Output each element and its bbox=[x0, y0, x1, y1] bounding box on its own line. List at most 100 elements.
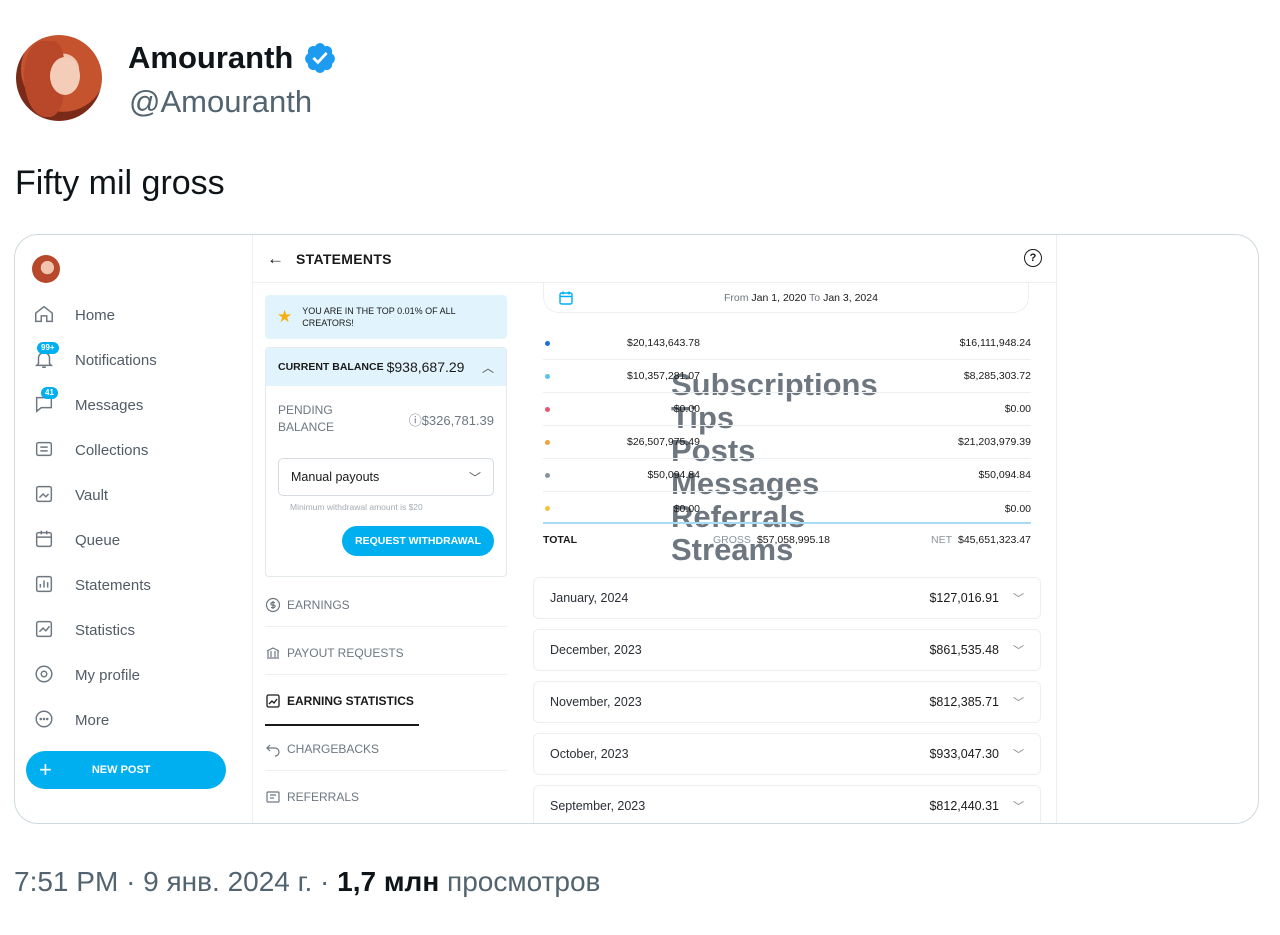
tab-chargebacks[interactable]: CHARGEBACKS bbox=[265, 727, 507, 771]
month-row[interactable]: December, 2023 $861,535.48 ﹀ bbox=[533, 629, 1041, 671]
balance-column: ★ YOU ARE IN THE TOP 0.01% OF ALL CREATO… bbox=[265, 295, 507, 577]
new-post-button[interactable]: + NEW POST bbox=[26, 751, 226, 789]
tab-label: EARNING STATISTICS bbox=[287, 694, 414, 708]
tab-payout-requests[interactable]: PAYOUT REQUESTS bbox=[265, 631, 507, 675]
month-label: September, 2023 bbox=[550, 799, 646, 813]
new-post-label: NEW POST bbox=[91, 764, 151, 776]
month-row[interactable]: October, 2023 $933,047.30 ﹀ bbox=[533, 733, 1041, 775]
sidebar-item-more[interactable]: More bbox=[33, 707, 109, 733]
sidebar-item-statistics[interactable]: Statistics bbox=[33, 617, 135, 643]
chevron-down-icon: ﹀ bbox=[1013, 593, 1024, 605]
date-range-picker[interactable]: From Jan 1, 2020 To Jan 3, 2024 bbox=[543, 283, 1029, 313]
chevron-down-icon: ﹀ bbox=[1013, 801, 1024, 813]
calendar-icon bbox=[33, 528, 57, 552]
of-user-avatar[interactable] bbox=[32, 255, 60, 283]
views-label: просмотров bbox=[447, 866, 601, 897]
tweet-media-image[interactable]: Home 99+ Notifications 41 Messages Colle… bbox=[14, 234, 1259, 824]
pending-balance-label: PENDING BALANCE bbox=[278, 403, 335, 434]
tweet-time[interactable]: 7:51 PM bbox=[14, 866, 118, 897]
sidebar-item-label: Collections bbox=[75, 441, 149, 459]
chart-icon bbox=[266, 694, 280, 708]
earnings-row-posts: Posts $0.00 $0.00 bbox=[543, 393, 1031, 468]
tab-earning-statistics[interactable]: EARNING STATISTICS bbox=[265, 679, 507, 723]
chevron-up-icon[interactable]: ︿ bbox=[482, 359, 494, 376]
balance-box: CURRENT BALANCE $938,687.29 ︿ PENDING BA… bbox=[265, 347, 507, 577]
help-icon[interactable]: ? bbox=[1024, 249, 1042, 267]
min-withdrawal-note: Minimum withdrawal amount is $20 bbox=[290, 502, 423, 512]
sidebar-item-label: Statistics bbox=[75, 621, 136, 639]
earnings-gross: $0.00 bbox=[673, 502, 700, 515]
sidebar-item-vault[interactable]: Vault bbox=[33, 482, 108, 508]
series-dot bbox=[545, 506, 550, 511]
sidebar-item-collections[interactable]: Collections bbox=[33, 437, 148, 463]
earnings-net: $0.00 bbox=[1004, 502, 1031, 515]
verified-badge-icon bbox=[305, 43, 336, 73]
plus-icon: + bbox=[39, 757, 52, 782]
series-dot bbox=[545, 406, 550, 412]
vault-icon bbox=[33, 483, 57, 507]
referrals-icon bbox=[266, 791, 280, 803]
undo-icon bbox=[266, 744, 280, 757]
sidebar-item-messages[interactable]: 41 Messages bbox=[33, 387, 143, 418]
tweet-text: Fifty mil gross bbox=[15, 164, 225, 202]
of-sidebar: Home 99+ Notifications 41 Messages Colle… bbox=[15, 235, 253, 823]
gross-label: GROSS bbox=[713, 534, 751, 546]
sidebar-item-home[interactable]: Home bbox=[33, 302, 115, 328]
profile-icon bbox=[33, 663, 57, 687]
month-row[interactable]: January, 2024 $127,016.91 ﹀ bbox=[533, 577, 1041, 619]
earnings-row-subscriptions: Subscriptions $20,143,643.78 $16,111,948… bbox=[543, 327, 1031, 402]
earnings-total-row: TOTAL GROSS $57,058,995.18 NET $45,651,3… bbox=[543, 522, 1031, 556]
earnings-gross: $50,094.84 bbox=[647, 469, 700, 481]
month-row[interactable]: September, 2023 $812,440.31 ﹀ bbox=[533, 785, 1041, 823]
sidebar-item-notifications[interactable]: 99+ Notifications bbox=[33, 342, 157, 373]
home-icon bbox=[33, 303, 57, 327]
request-withdrawal-button[interactable]: REQUEST WITHDRAWAL bbox=[342, 526, 494, 556]
chevron-down-icon: ﹀ bbox=[1013, 697, 1024, 709]
sidebar-item-label: Statements bbox=[75, 576, 151, 594]
chevron-down-icon: ﹀ bbox=[468, 470, 481, 485]
month-label: November, 2023 bbox=[550, 695, 642, 709]
tweet-date[interactable]: 9 янв. 2024 г. bbox=[143, 866, 312, 897]
tab-label: EARNINGS bbox=[287, 597, 350, 612]
message-icon: 41 bbox=[33, 387, 58, 417]
sidebar-item-statements[interactable]: Statements bbox=[33, 572, 151, 598]
earnings-row-streams: Streams $0.00 $0.00 bbox=[543, 492, 1031, 567]
author-name-text[interactable]: Amouranth bbox=[128, 40, 293, 76]
statements-panel: ← STATEMENTS ? ★ YOU ARE IN THE TOP 0.01… bbox=[253, 235, 1057, 823]
sidebar-item-my-profile[interactable]: My profile bbox=[33, 662, 140, 688]
sidebar-item-label: Home bbox=[75, 306, 116, 324]
tab-label: REFERRALS bbox=[287, 790, 360, 804]
month-total: $812,385.71 bbox=[929, 695, 999, 709]
back-arrow-icon[interactable]: ← bbox=[267, 249, 284, 269]
series-dot bbox=[545, 439, 550, 445]
author-display-name[interactable]: Amouranth bbox=[128, 40, 337, 76]
bell-icon: 99+ bbox=[33, 342, 59, 372]
meta-separator: · bbox=[320, 866, 330, 897]
tab-earnings[interactable]: EARNINGS bbox=[265, 583, 507, 627]
payout-method-select[interactable]: Manual payouts ﹀ bbox=[278, 458, 494, 496]
earnings-row-tips: Tips $10,357,281.07 $8,285,303.72 bbox=[543, 360, 1031, 435]
earnings-gross: $10,357,281.07 bbox=[627, 370, 700, 382]
month-label: December, 2023 bbox=[550, 643, 642, 657]
statistics-icon bbox=[33, 618, 57, 642]
earnings-row-messages: Messages $26,507,975.49 $21,203,979.39 bbox=[543, 426, 1031, 501]
author-avatar[interactable] bbox=[16, 35, 102, 121]
tweet-meta: 7:51 PM · 9 янв. 2024 г. · 1,7 млн просм… bbox=[14, 866, 600, 898]
earnings-net: $21,203,979.39 bbox=[958, 436, 1031, 448]
date-from: Jan 1, 2020 bbox=[751, 291, 807, 304]
author-handle[interactable]: @Amouranth bbox=[129, 84, 312, 120]
sidebar-item-queue[interactable]: Queue bbox=[33, 527, 120, 553]
chevron-down-icon: ﹀ bbox=[1013, 749, 1024, 761]
meta-separator: · bbox=[126, 866, 136, 897]
current-balance-header[interactable]: CURRENT BALANCE $938,687.29 ︿ bbox=[266, 348, 506, 386]
sidebar-item-label: More bbox=[75, 711, 110, 729]
calendar-icon bbox=[559, 291, 573, 305]
tab-referrals[interactable]: REFERRALS bbox=[265, 775, 507, 819]
pending-balance-value: ⓘ$326,781.39 bbox=[408, 413, 494, 428]
sidebar-item-label: Queue bbox=[75, 531, 121, 549]
earnings-net: $0.00 bbox=[1004, 403, 1031, 415]
earnings-net: $16,111,948.24 bbox=[959, 337, 1031, 349]
month-row[interactable]: November, 2023 $812,385.71 ﹀ bbox=[533, 681, 1041, 723]
earnings-gross: $20,143,643.78 bbox=[627, 337, 700, 349]
month-total: $812,440.31 bbox=[929, 799, 999, 813]
